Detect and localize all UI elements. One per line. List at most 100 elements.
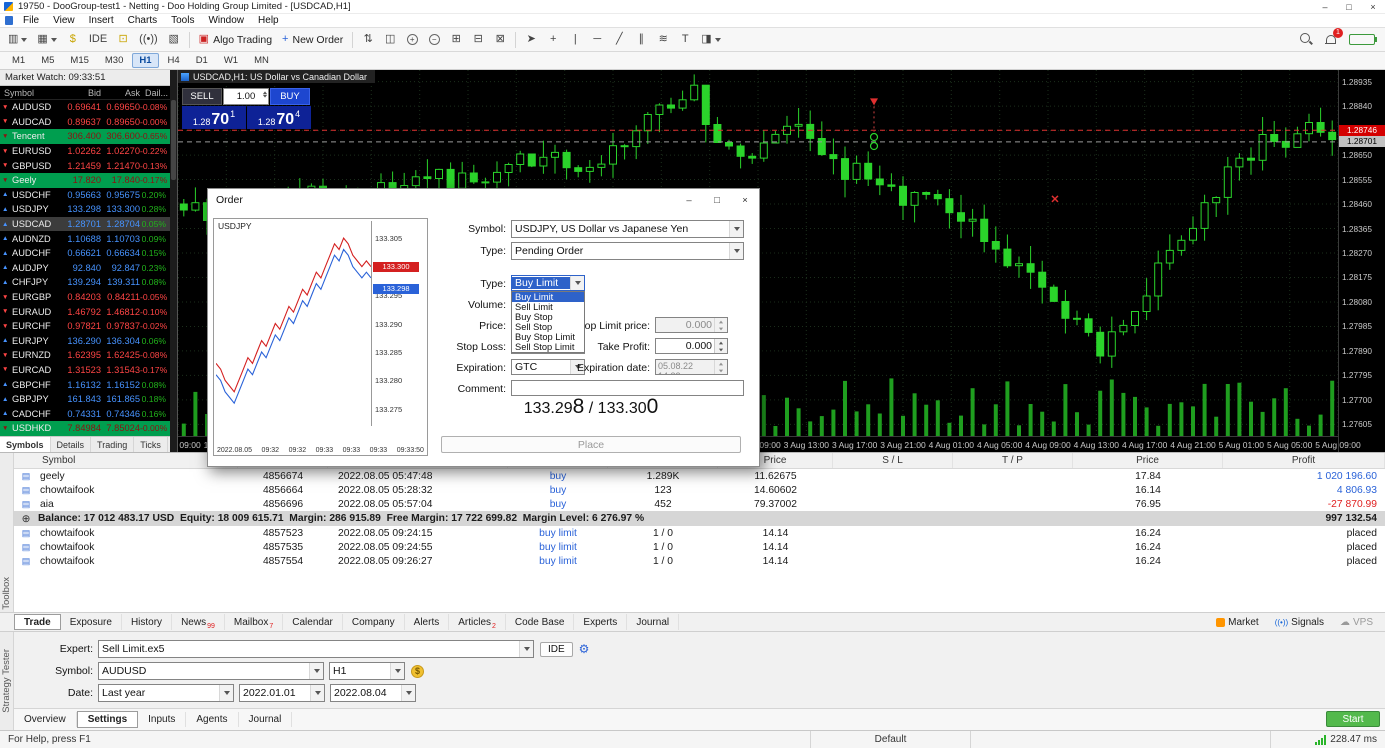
profiles-button[interactable]: ▦	[33, 30, 60, 50]
text-button[interactable]: T	[675, 30, 695, 50]
order-row-4857523[interactable]: ▤chowtaifook48575232022.08.05 09:24:15bu…	[14, 526, 1385, 540]
menu-help[interactable]: Help	[251, 15, 286, 26]
maximize-button[interactable]: □	[1337, 0, 1361, 13]
expiration-date-input[interactable]: 05.08.22 14:32	[655, 359, 728, 375]
new-chart-button[interactable]: ▥	[4, 30, 31, 50]
dialog-close-button[interactable]: ×	[731, 189, 759, 211]
scrollbar-thumb[interactable]	[171, 100, 176, 180]
toolbox-tab-experts[interactable]: Experts	[574, 614, 627, 630]
order-type-option-buy-limit[interactable]: Buy Limit	[512, 292, 584, 302]
comment-input[interactable]	[511, 380, 744, 396]
timeframe-d1[interactable]: D1	[189, 53, 215, 68]
toolbox-tab-news[interactable]: News99	[172, 614, 225, 630]
tester-tab-inputs[interactable]: Inputs	[138, 712, 186, 727]
market-watch-row-audnzd[interactable]: ▲AUDNZD1.106881.107030.09%	[0, 231, 177, 246]
auto-scroll-button[interactable]: ⊠	[490, 30, 510, 50]
toolbox-tab-journal[interactable]: Journal	[627, 614, 679, 630]
date-to-input[interactable]: 2022.08.04	[330, 684, 416, 702]
tile-windows-button[interactable]: ⇅	[358, 30, 378, 50]
market-watch-row-usdchf[interactable]: ▲USDCHF0.956630.956750.20%	[0, 188, 177, 203]
toolbox-tab-articles[interactable]: Articles2	[449, 614, 506, 630]
market-watch-row-eurchf[interactable]: ▼EURCHF0.978210.97837-0.02%	[0, 319, 177, 334]
algo-trading-button[interactable]: ▣Algo Trading	[195, 30, 276, 50]
timeframe-h4[interactable]: H4	[161, 53, 187, 68]
volume-stepper[interactable]: 1.00	[223, 88, 269, 105]
menu-tools[interactable]: Tools	[164, 15, 201, 26]
vps-button[interactable]: ☁VPS	[1334, 616, 1379, 629]
chart-shift-button[interactable]: ⊟	[468, 30, 488, 50]
tester-tab-overview[interactable]: Overview	[14, 712, 77, 727]
timeframe-h1[interactable]: H1	[132, 53, 158, 68]
timeframe-m5[interactable]: M5	[34, 53, 61, 68]
market-watch-tab-details[interactable]: Details	[51, 437, 92, 452]
timeframe-w1[interactable]: W1	[217, 53, 245, 68]
market-watch-row-eurgbp[interactable]: ▼EURGBP0.842030.84211-0.05%	[0, 290, 177, 305]
close-button[interactable]: ×	[1361, 0, 1385, 13]
toolbox-tab-alerts[interactable]: Alerts	[405, 614, 450, 630]
market-watch-row-eurcad[interactable]: ▼EURCAD1.315231.31543-0.17%	[0, 363, 177, 378]
history-button[interactable]: ▧	[164, 30, 184, 50]
tester-symbol-select[interactable]: AUDUSD	[98, 662, 324, 680]
market-watch-row-audusd[interactable]: ▼AUDUSD0.696410.69650-0.08%	[0, 100, 177, 115]
market-watch-row-usdcad[interactable]: ▲USDCAD1.287011.287040.05%	[0, 217, 177, 232]
market-button[interactable]: Market	[1210, 616, 1265, 629]
timeframe-mn[interactable]: MN	[247, 53, 276, 68]
market-watch-row-tencent[interactable]: ▼Tencent306.400306.600-0.65%	[0, 129, 177, 144]
chart-grid-button[interactable]: ⊞	[446, 30, 466, 50]
vertical-line-button[interactable]: |	[565, 30, 585, 50]
toolbox-tab-exposure[interactable]: Exposure	[61, 614, 122, 630]
balance-row[interactable]: ⊕Balance: 17 012 483.17 USD Equity: 18 0…	[14, 511, 1385, 526]
order-type-option-sell-stop[interactable]: Sell Stop	[512, 322, 584, 332]
date-range-select[interactable]: Last year	[98, 684, 234, 702]
order-type-option-buy-stop[interactable]: Buy Stop	[512, 312, 584, 322]
fibonacci-button[interactable]: ≋	[653, 30, 673, 50]
market-watch-row-geely[interactable]: ▼Geely17.82017.840-0.17%	[0, 173, 177, 188]
volume-spinner[interactable]	[263, 91, 267, 97]
start-button[interactable]: Start	[1326, 711, 1380, 727]
price-scale[interactable]: 1.289351.288401.287451.286501.285551.284…	[1338, 70, 1385, 452]
buy-button[interactable]: BUY	[270, 88, 310, 105]
expert-select[interactable]: Sell Limit.ex5	[98, 640, 534, 658]
order-dialog-titlebar[interactable]: Order – □ ×	[208, 189, 759, 211]
sell-button[interactable]: SELL	[182, 88, 222, 105]
stop-limit-price-input[interactable]: 0.000	[655, 317, 728, 333]
market-watch-row-eurnzd[interactable]: ▼EURNZD1.623951.62425-0.08%	[0, 348, 177, 363]
date-from-input[interactable]: 2022.01.01	[239, 684, 325, 702]
toolbox-tab-company[interactable]: Company	[343, 614, 405, 630]
timeframe-m1[interactable]: M1	[5, 53, 32, 68]
order-type-option-buy-stop-limit[interactable]: Buy Stop Limit	[512, 332, 584, 342]
crosshair-button[interactable]: +	[543, 30, 563, 50]
notifications-button[interactable]: 1	[1325, 34, 1337, 46]
horizontal-line-button[interactable]: ─	[587, 30, 607, 50]
dialog-maximize-button[interactable]: □	[703, 189, 731, 211]
dialog-minimize-button[interactable]: –	[675, 189, 703, 211]
market-watch-row-audchf[interactable]: ▲AUDCHF0.666210.666340.15%	[0, 246, 177, 261]
trade-row-4856696[interactable]: ▤aia48566962022.08.05 05:57:04buy45279.3…	[14, 497, 1385, 511]
menu-file[interactable]: File	[16, 15, 46, 26]
order-row-4857535[interactable]: ▤chowtaifook48575352022.08.05 09:24:55bu…	[14, 540, 1385, 554]
menu-window[interactable]: Window	[201, 15, 251, 26]
ide-button[interactable]: IDE	[540, 642, 573, 657]
order-kind-select[interactable]: Pending Order	[511, 242, 744, 260]
toolbox-tab-mailbox[interactable]: Mailbox7	[225, 614, 283, 630]
connection-status[interactable]: 228.47 ms	[1270, 731, 1385, 748]
symbol-select[interactable]: USDJPY, US Dollar vs Japanese Yen	[511, 220, 744, 238]
minimize-button[interactable]: –	[1313, 0, 1337, 13]
deposit-button[interactable]: $	[63, 30, 83, 50]
trendline-button[interactable]: ╱	[609, 30, 629, 50]
market-watch-row-gbpusd[interactable]: ▼GBPUSD1.214591.21470-0.13%	[0, 158, 177, 173]
objects-button[interactable]: ◨	[697, 30, 724, 50]
market-watch-columns[interactable]: SymbolBidAskDail...	[0, 86, 177, 100]
gear-icon[interactable]: ⚙	[579, 642, 590, 656]
depth-of-market-button[interactable]: ◫	[380, 30, 400, 50]
new-order-button[interactable]: +New Order	[278, 30, 347, 50]
market-watch-row-usdjpy[interactable]: ▲USDJPY133.298133.3000.28%	[0, 202, 177, 217]
menu-view[interactable]: View	[46, 15, 82, 26]
signals-button[interactable]: ((•))Signals	[1269, 616, 1330, 629]
tester-tab-journal[interactable]: Journal	[239, 712, 293, 727]
take-profit-input[interactable]: 0.000	[655, 338, 728, 354]
market-watch-row-eurusd[interactable]: ▼EURUSD1.022621.02270-0.22%	[0, 144, 177, 159]
market-watch-row-eurjpy[interactable]: ▲EURJPY136.290136.3040.06%	[0, 334, 177, 349]
order-row-4857554[interactable]: ▤chowtaifook48575542022.08.05 09:26:27bu…	[14, 554, 1385, 568]
market-watch-tab-ticks[interactable]: Ticks	[134, 437, 168, 452]
